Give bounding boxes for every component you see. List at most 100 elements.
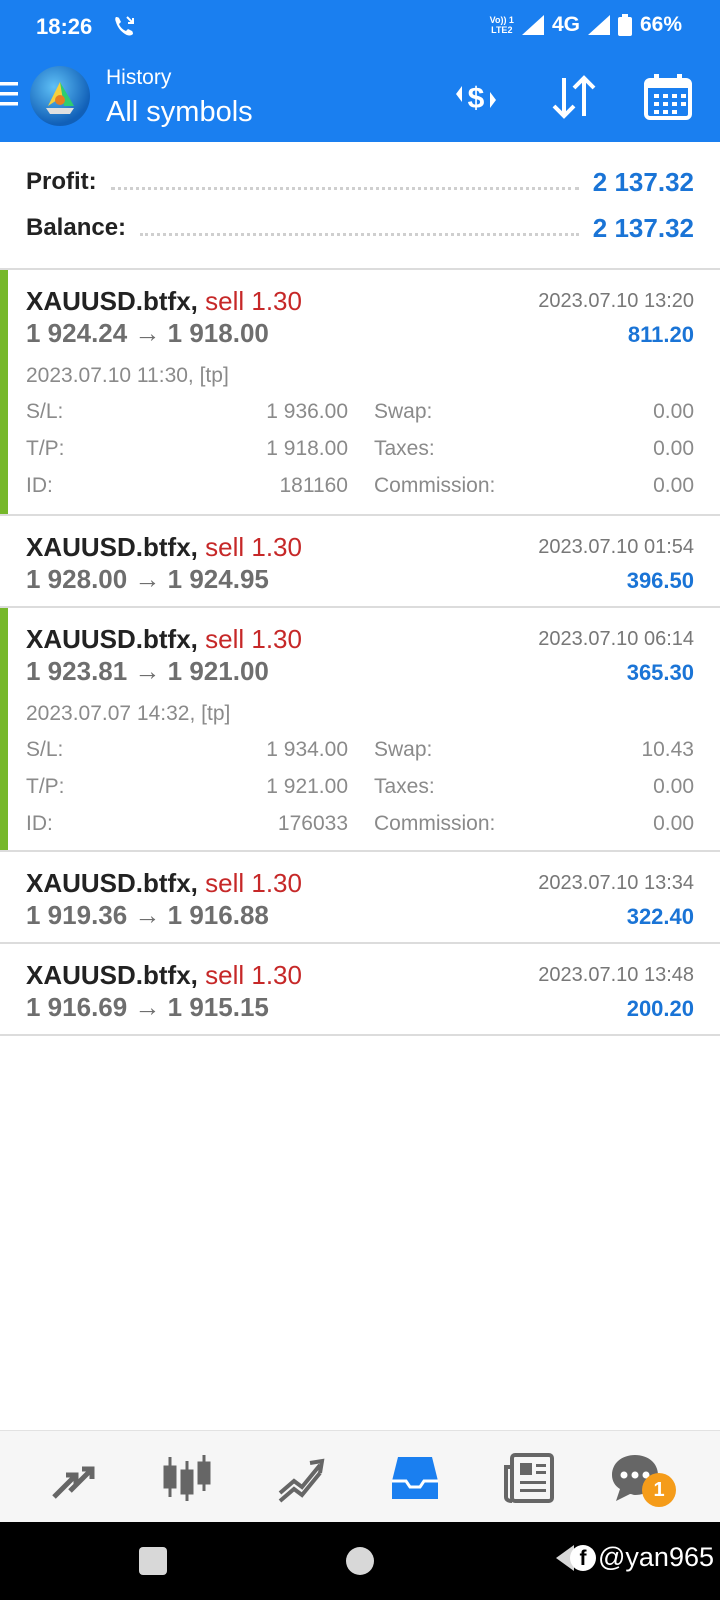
trade-row[interactable]: XAUUSD.btfx, sell 1.30 2023.07.10 13:48 …: [0, 944, 720, 1036]
volte-indicator: Vo)) 1 LTE2: [489, 15, 514, 35]
home-button[interactable]: [346, 1547, 374, 1575]
sort-icon[interactable]: [548, 72, 600, 122]
network-type: 4G: [551, 13, 580, 36]
tp-label: T/P:: [26, 437, 65, 460]
swap-label: Swap:: [374, 738, 433, 761]
history-icon[interactable]: [388, 1451, 442, 1505]
taxes-label: Taxes:: [374, 775, 435, 798]
detail-row: T/P: 1 918.00 Taxes: 0.00: [26, 437, 694, 467]
trade-row[interactable]: XAUUSD.btfx, sell 1.30 2023.07.10 13:34 …: [0, 852, 720, 944]
trade-symbol: XAUUSD.btfx, sell 1.30: [26, 624, 302, 654]
id-value: 176033: [277, 812, 348, 835]
chart-icon[interactable]: [160, 1451, 214, 1505]
sl-value: 1 936.00: [266, 400, 348, 423]
trade-profit: 322.40: [626, 904, 694, 929]
quotes-icon[interactable]: [46, 1451, 100, 1505]
commission-value: 0.00: [653, 474, 694, 497]
battery-level: 66%: [639, 13, 682, 36]
balance-row: Balance: 2 137.32: [26, 208, 694, 248]
sl-label: S/L:: [26, 738, 64, 761]
commission-value: 0.00: [653, 812, 694, 835]
trade-open-info: 2023.07.07 14:32, [tp]: [26, 702, 231, 725]
signal-icon: [521, 15, 544, 35]
battery-icon: [617, 14, 632, 36]
facebook-icon: f: [570, 1544, 596, 1571]
recents-button[interactable]: [139, 1547, 167, 1575]
expanded-indicator: [0, 270, 8, 514]
trade-open-info: 2023.07.10 11:30, [tp]: [26, 364, 229, 387]
detail-row: T/P: 1 921.00 Taxes: 0.00: [26, 775, 694, 805]
app-bar: History All symbols $: [0, 52, 720, 142]
trade-row[interactable]: XAUUSD.btfx, sell 1.30 2023.07.10 06:14 …: [0, 608, 720, 852]
detail-row: ID: 176033 Commission: 0.00: [26, 812, 694, 842]
trade-prices: 1 919.36 → 1 916.88: [26, 900, 269, 930]
trade-profit: 365.30: [626, 660, 694, 685]
metatrader-logo-icon: [46, 82, 74, 114]
page-title: History: [106, 66, 172, 89]
sl-value: 1 934.00: [266, 738, 348, 761]
history-summary: Profit: 2 137.32 Balance: 2 137.32: [0, 142, 720, 270]
dotted-leader: [140, 232, 579, 236]
trade-close-time: 2023.07.10 01:54: [538, 536, 694, 558]
system-navigation: f @yan965: [0, 1522, 720, 1600]
trade-row[interactable]: XAUUSD.btfx, sell 1.30 2023.07.10 13:20 …: [0, 270, 720, 516]
dotted-leader: [110, 186, 579, 190]
profit-row: Profit: 2 137.32: [26, 162, 694, 202]
calendar-icon[interactable]: [642, 72, 694, 122]
trade-row[interactable]: XAUUSD.btfx, sell 1.30 2023.07.10 01:54 …: [0, 516, 720, 608]
trade-side: sell 1.30: [205, 960, 302, 990]
deposit-withdraw-icon[interactable]: $: [450, 72, 502, 122]
taxes-label: Taxes:: [374, 437, 435, 460]
status-bar: 18:26 Vo)) 1 LTE2 4G 66%: [0, 0, 720, 52]
commission-label: Commission:: [374, 812, 496, 835]
profit-label: Profit:: [26, 168, 97, 195]
app-logo[interactable]: [30, 66, 90, 126]
tp-label: T/P:: [26, 775, 65, 798]
trade-symbol: XAUUSD.btfx, sell 1.30: [26, 960, 302, 990]
swap-value: 10.43: [641, 738, 694, 761]
symbol-filter[interactable]: All symbols: [106, 96, 253, 129]
signal-icon-2: [587, 15, 610, 35]
trade-prices: 1 916.69 → 1 915.15: [26, 992, 269, 1022]
trade-prices: 1 924.24 → 1 918.00: [26, 318, 269, 348]
menu-icon[interactable]: [0, 82, 18, 106]
detail-row: S/L: 1 934.00 Swap: 10.43: [26, 738, 694, 768]
commission-label: Commission:: [374, 474, 496, 497]
trade-profit: 396.50: [626, 568, 694, 593]
trade-prices: 1 928.00 → 1 924.95: [26, 564, 269, 594]
taxes-value: 0.00: [653, 437, 694, 460]
trade-side: sell 1.30: [205, 286, 302, 316]
trade-side: sell 1.30: [205, 624, 302, 654]
id-value: 181160: [279, 474, 348, 497]
bottom-navigation: 1: [0, 1430, 720, 1522]
balance-value: 2 137.32: [592, 212, 694, 243]
detail-row: ID: 181160 Commission: 0.00: [26, 474, 694, 504]
trade-profit: 200.20: [626, 996, 694, 1021]
trade-side: sell 1.30: [205, 868, 302, 898]
trade-close-time: 2023.07.10 06:14: [538, 628, 694, 650]
svg-text:$: $: [468, 82, 485, 115]
swap-label: Swap:: [374, 400, 433, 423]
sl-label: S/L:: [26, 400, 64, 423]
call-forwarding-icon: [115, 16, 134, 36]
news-icon[interactable]: [502, 1451, 556, 1505]
trade-profit: 811.20: [627, 322, 694, 347]
detail-row: S/L: 1 936.00 Swap: 0.00: [26, 400, 694, 430]
expanded-indicator: [0, 608, 8, 850]
trade-symbol: XAUUSD.btfx, sell 1.30: [26, 286, 302, 316]
id-label: ID:: [26, 812, 53, 835]
trade-close-time: 2023.07.10 13:48: [538, 964, 694, 986]
swap-value: 0.00: [653, 400, 694, 423]
trade-side: sell 1.30: [205, 532, 302, 562]
chat-badge: 1: [642, 1473, 676, 1507]
trade-icon[interactable]: [274, 1451, 328, 1505]
id-label: ID:: [26, 474, 53, 497]
profit-value: 2 137.32: [592, 166, 694, 197]
trade-symbol: XAUUSD.btfx, sell 1.30: [26, 868, 302, 898]
trade-prices: 1 923.81 → 1 921.00: [26, 656, 269, 686]
taxes-value: 0.00: [653, 775, 694, 798]
trade-close-time: 2023.07.10 13:34: [538, 872, 694, 894]
trade-close-time: 2023.07.10 13:20: [538, 290, 694, 312]
status-time: 18:26: [36, 14, 93, 39]
watermark-handle: @yan965: [598, 1542, 714, 1572]
